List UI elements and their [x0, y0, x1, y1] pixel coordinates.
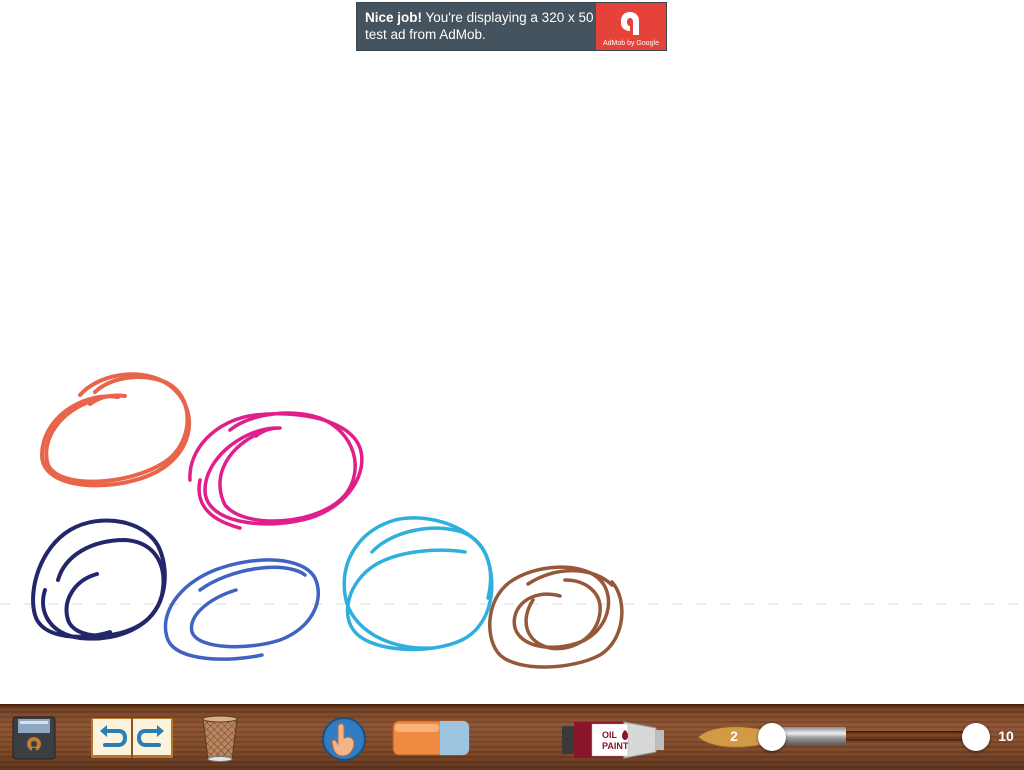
brush-size-slider[interactable]: 2 10 [694, 706, 1024, 770]
admob-caption: AdMob by Google [602, 40, 660, 47]
admob-icon [621, 12, 639, 35]
undo-redo-book [91, 717, 173, 759]
floppy-disk-icon [12, 716, 56, 760]
paint-tube-button[interactable]: OIL PAINT [562, 718, 666, 762]
blue-scribble [163, 558, 321, 661]
undo-button[interactable] [93, 719, 131, 755]
cyan-scribble [342, 516, 494, 652]
brown-scribble [488, 565, 624, 669]
slider-max-knob[interactable] [962, 723, 990, 751]
finger-draw-button[interactable] [321, 716, 367, 762]
slider-ferrule [782, 727, 846, 745]
eraser-button[interactable] [392, 719, 470, 757]
orange-scribble [39, 372, 191, 488]
ad-message: Nice job! You're displaying a 320 x 50 t… [365, 10, 597, 43]
slider-min-knob[interactable] [758, 723, 786, 751]
undo-arrow-icon [100, 725, 128, 747]
save-button[interactable] [12, 716, 56, 760]
ad-message-bold: Nice job! [365, 10, 423, 25]
drawing-canvas[interactable]: Nice job! You're displaying a 320 x 50 t… [0, 0, 1024, 704]
magenta-scribble [188, 411, 364, 530]
eraser-icon [392, 720, 470, 756]
brush-size-value: 2 [730, 728, 738, 744]
clear-canvas-button[interactable] [200, 715, 240, 763]
ad-banner[interactable]: Nice job! You're displaying a 320 x 50 t… [356, 2, 667, 51]
admob-logo[interactable]: AdMob by Google [596, 3, 666, 50]
navy-scribble [31, 518, 167, 641]
paint-label-paint: PAINT [602, 741, 629, 751]
paint-label-oil: OIL [602, 730, 618, 740]
finger-icon [322, 717, 366, 761]
bottom-toolbar: OIL PAINT 2 10 [0, 704, 1024, 770]
strokes-layer [0, 372, 1024, 669]
wastebasket-icon [202, 715, 238, 762]
brush-size-max: 10 [998, 728, 1014, 744]
redo-button[interactable] [133, 719, 171, 755]
paint-tube-icon: OIL PAINT [562, 721, 664, 759]
redo-arrow-icon [136, 725, 164, 747]
